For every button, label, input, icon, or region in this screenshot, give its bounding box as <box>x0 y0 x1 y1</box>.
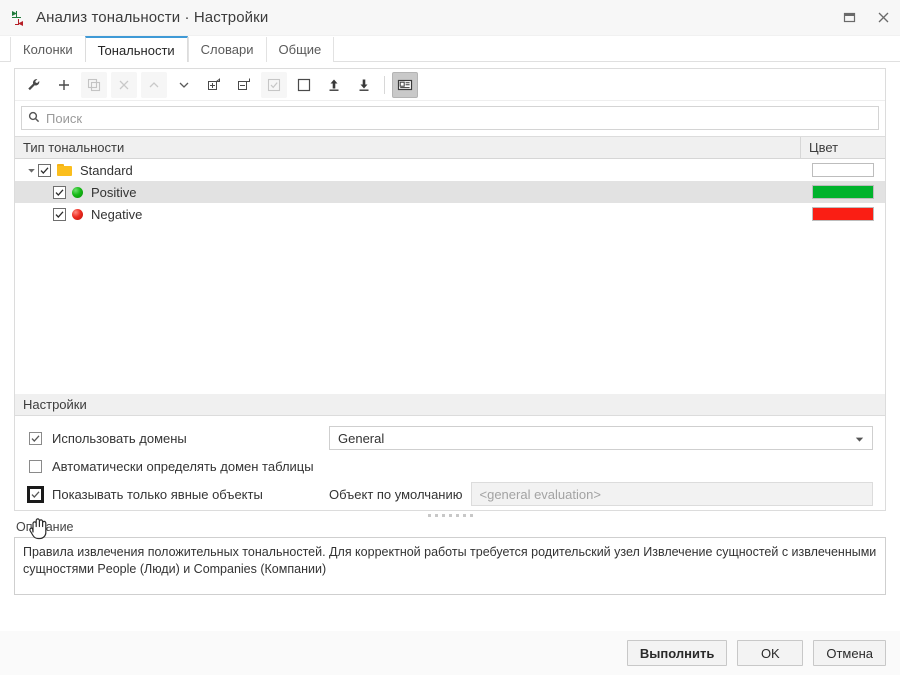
settings-section: Настройки Использовать домены General Ав… <box>15 394 885 510</box>
copy-icon <box>81 71 107 98</box>
column-header-type[interactable]: Тип тональности <box>15 137 801 158</box>
row-checkbox[interactable] <box>53 185 66 199</box>
description-label: Описание <box>16 520 74 534</box>
setting-use-domains-row: Использовать домены General <box>15 424 885 452</box>
title-bar: Анализ тональности · Настройки <box>0 0 900 36</box>
settings-body: Использовать домены General Автоматическ… <box>15 416 885 510</box>
tab-slovari[interactable]: Словари <box>187 37 266 62</box>
tab-label: Словари <box>200 42 254 57</box>
description-text[interactable]: Правила извлечения положительных тональн… <box>14 537 886 595</box>
row-checkbox[interactable] <box>53 207 66 221</box>
row-color-cell[interactable] <box>801 181 885 203</box>
search-area: Поиск <box>15 101 885 136</box>
green-circle-icon <box>72 186 83 198</box>
collapse-all-icon[interactable] <box>231 72 257 98</box>
domain-select[interactable]: General <box>329 426 873 450</box>
tab-tonalnosti[interactable]: Тональности <box>84 36 188 63</box>
uncheck-all-icon[interactable] <box>291 72 317 98</box>
use-domains-label: Использовать домены <box>52 430 187 446</box>
move-down-icon[interactable] <box>171 72 197 98</box>
maximize-icon[interactable] <box>832 3 866 33</box>
settings-dialog: Анализ тональности · Настройки Колонки Т… <box>0 0 900 675</box>
settings-wrench-icon[interactable] <box>21 72 47 98</box>
row-color-cell[interactable] <box>801 159 885 181</box>
delete-icon <box>111 71 137 98</box>
auto-domain-checkbox[interactable] <box>29 459 42 473</box>
splitter-handle <box>427 514 473 517</box>
search-placeholder: Поиск <box>46 110 83 126</box>
use-domains-checkbox[interactable] <box>29 431 42 445</box>
dialog-content: Поиск Тип тональности Цвет Standard Posi… <box>0 62 900 631</box>
row-type-cell: Negative <box>15 203 801 225</box>
default-object-value: <general evaluation> <box>479 486 601 502</box>
row-type-cell: Positive <box>15 181 801 203</box>
row-label: Negative <box>91 206 143 222</box>
table-body: Standard Positive Negative <box>15 159 885 394</box>
search-icon <box>28 111 40 126</box>
tab-obshie[interactable]: Общие <box>265 37 335 62</box>
default-object-label: Объект по умолчанию <box>329 486 463 502</box>
details-view-icon[interactable] <box>392 71 418 98</box>
row-type-cell: Standard <box>15 159 801 181</box>
export-icon[interactable] <box>351 72 377 98</box>
table-row[interactable]: Negative <box>15 203 885 225</box>
color-swatch[interactable] <box>812 163 874 177</box>
table-row[interactable]: Standard <box>15 159 885 181</box>
tonality-toolbar <box>15 69 885 101</box>
tab-label: Тональности <box>97 42 175 58</box>
cancel-button[interactable]: Отмена <box>813 640 886 666</box>
setting-explicit-objects-row: Показывать только явные объекты Объект п… <box>15 480 885 508</box>
domain-select-value: General <box>338 430 385 446</box>
tonality-panel: Поиск Тип тональности Цвет Standard Posi… <box>14 68 886 511</box>
tab-bar: Колонки Тональности Словари Общие <box>0 36 900 63</box>
row-label: Positive <box>91 184 137 200</box>
tab-label: Общие <box>278 42 322 57</box>
row-checkbox[interactable] <box>38 163 51 177</box>
table-row[interactable]: Positive <box>15 181 885 203</box>
folder-icon <box>57 164 72 176</box>
setting-auto-domain-row: Автоматически определять домен таблицы <box>15 452 885 480</box>
red-circle-icon <box>72 208 83 220</box>
explicit-objects-checkbox[interactable] <box>27 485 44 503</box>
column-header-color[interactable]: Цвет <box>801 137 885 158</box>
tab-kolonki[interactable]: Колонки <box>10 37 85 62</box>
window-controls <box>832 0 900 36</box>
move-up-icon <box>141 71 167 98</box>
chevron-down-icon <box>855 431 864 446</box>
chevron-down-icon[interactable] <box>25 166 38 175</box>
settings-title: Настройки <box>15 394 885 416</box>
dialog-footer: Выполнить OK Отмена <box>0 631 900 675</box>
window-title: Анализ тональности · Настройки <box>36 9 269 26</box>
search-input[interactable]: Поиск <box>21 106 879 130</box>
color-swatch[interactable] <box>812 185 874 199</box>
ok-button[interactable]: OK <box>737 640 804 666</box>
panel-splitter[interactable] <box>14 511 886 520</box>
tonality-table: Тип тональности Цвет Standard Positive N… <box>15 136 885 394</box>
run-button[interactable]: Выполнить <box>626 640 728 666</box>
auto-domain-label: Автоматически определять домен таблицы <box>52 458 314 474</box>
explicit-objects-label: Показывать только явные объекты <box>52 486 263 502</box>
default-object-input: <general evaluation> <box>470 482 873 506</box>
check-all-icon <box>261 71 287 98</box>
toolbar-separator <box>384 75 385 94</box>
close-icon[interactable] <box>866 3 900 33</box>
table-header: Тип тональности Цвет <box>15 137 885 159</box>
color-swatch[interactable] <box>812 207 874 221</box>
import-icon[interactable] <box>321 72 347 98</box>
sentiment-arrows-icon <box>8 8 28 28</box>
add-icon[interactable] <box>51 72 77 98</box>
row-color-cell[interactable] <box>801 203 885 225</box>
expand-all-icon[interactable] <box>201 72 227 98</box>
row-label: Standard <box>80 162 133 178</box>
tab-label: Колонки <box>23 42 73 57</box>
